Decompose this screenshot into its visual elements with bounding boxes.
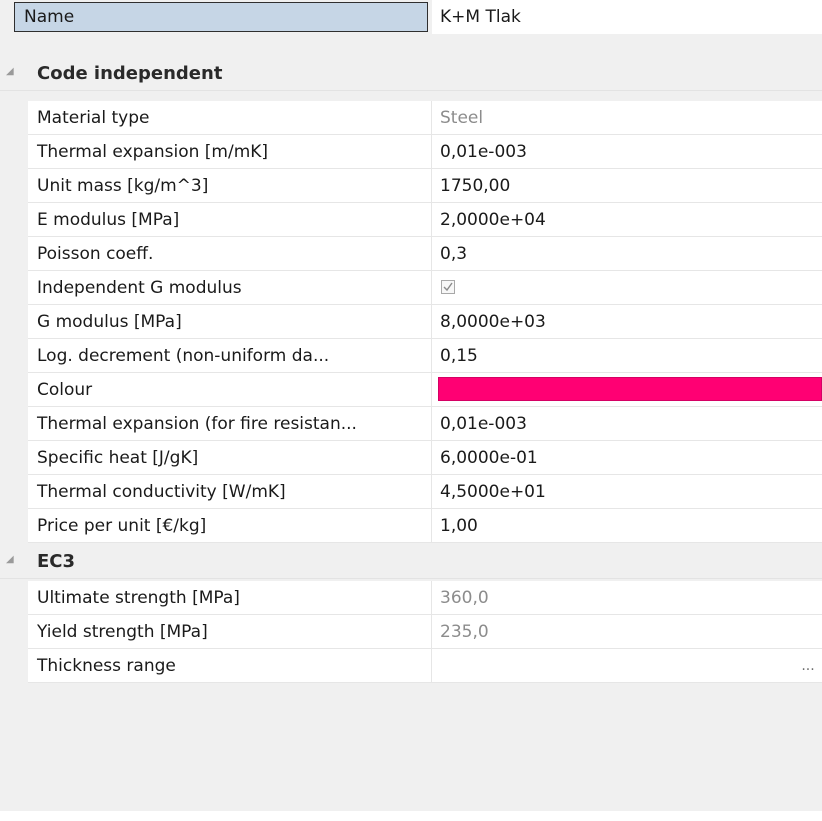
row-colour: Colour [0, 373, 822, 407]
property-label: Independent G modulus [28, 271, 432, 305]
row-price-per-unit: Price per unit [€/kg] 1,00 [0, 509, 822, 543]
property-value[interactable]: 4,5000e+01 [432, 475, 822, 509]
row-ultimate-strength: Ultimate strength [MPa] 360,0 [0, 581, 822, 615]
property-label: Thermal conductivity [W/mK] [28, 475, 432, 509]
row-thickness-range: Thickness range ... [0, 649, 822, 683]
property-value[interactable]: 0,01e-003 [432, 407, 822, 441]
property-value[interactable]: 6,0000e-01 [432, 441, 822, 475]
name-value[interactable]: K+M Tlak [432, 0, 822, 34]
property-label: Material type [28, 101, 432, 135]
row-poisson: Poisson coeff. 0,3 [0, 237, 822, 271]
collapse-triangle-icon[interactable]: ◢ [6, 554, 18, 566]
property-value[interactable]: 1750,00 [432, 169, 822, 203]
property-value: Steel [432, 101, 822, 135]
property-label: Thermal expansion (for fire resistan... [28, 407, 432, 441]
thickness-range-ellipsis-button[interactable]: ... [798, 655, 818, 677]
row-g-modulus: G modulus [MPa] 8,0000e+03 [0, 305, 822, 339]
property-value[interactable]: 2,0000e+04 [432, 203, 822, 237]
row-yield-strength: Yield strength [MPa] 235,0 [0, 615, 822, 649]
property-value[interactable]: 0,15 [432, 339, 822, 373]
row-thermal-conductivity: Thermal conductivity [W/mK] 4,5000e+01 [0, 475, 822, 509]
collapse-triangle-icon[interactable]: ◢ [6, 66, 18, 78]
property-value [432, 649, 822, 683]
property-label: Log. decrement (non-uniform da... [28, 339, 432, 373]
property-label: Poisson coeff. [28, 237, 432, 271]
property-label: Thermal expansion [m/mK] [28, 135, 432, 169]
row-thermal-expansion: Thermal expansion [m/mK] 0,01e-003 [0, 135, 822, 169]
property-label: Price per unit [€/kg] [28, 509, 432, 543]
row-material-type: Material type Steel [0, 101, 822, 135]
section-title: Code independent [37, 63, 223, 84]
property-label: Yield strength [MPa] [28, 615, 432, 649]
independent-g-checkbox[interactable] [441, 280, 455, 294]
property-value[interactable]: 0,3 [432, 237, 822, 271]
property-value[interactable]: 8,0000e+03 [432, 305, 822, 339]
property-label: Unit mass [kg/m^3] [28, 169, 432, 203]
row-log-decrement: Log. decrement (non-uniform da... 0,15 [0, 339, 822, 373]
property-label: Specific heat [J/gK] [28, 441, 432, 475]
property-value [432, 271, 822, 305]
property-value: 235,0 [432, 615, 822, 649]
property-label: E modulus [MPa] [28, 203, 432, 237]
name-label[interactable]: Name [14, 2, 428, 32]
name-row: Name K+M Tlak [0, 0, 822, 34]
section-code-independent[interactable]: ◢ Code independent [0, 57, 822, 91]
checkmark-icon [443, 282, 453, 292]
property-value[interactable]: 1,00 [432, 509, 822, 543]
section-ec3[interactable]: ◢ EC3 [0, 545, 822, 579]
section-title: EC3 [37, 551, 76, 572]
property-label: Ultimate strength [MPa] [28, 581, 432, 615]
row-thermal-expansion-fire: Thermal expansion (for fire resistan... … [0, 407, 822, 441]
property-label: Colour [28, 373, 432, 407]
property-grid: Name K+M Tlak ◢ Code independent Materia… [0, 0, 822, 811]
property-label: Thickness range [28, 649, 432, 683]
row-independent-g: Independent G modulus [0, 271, 822, 305]
property-value: 360,0 [432, 581, 822, 615]
property-label: G modulus [MPa] [28, 305, 432, 339]
colour-swatch[interactable] [438, 377, 822, 401]
row-unit-mass: Unit mass [kg/m^3] 1750,00 [0, 169, 822, 203]
row-e-modulus: E modulus [MPa] 2,0000e+04 [0, 203, 822, 237]
row-specific-heat: Specific heat [J/gK] 6,0000e-01 [0, 441, 822, 475]
property-value[interactable]: 0,01e-003 [432, 135, 822, 169]
